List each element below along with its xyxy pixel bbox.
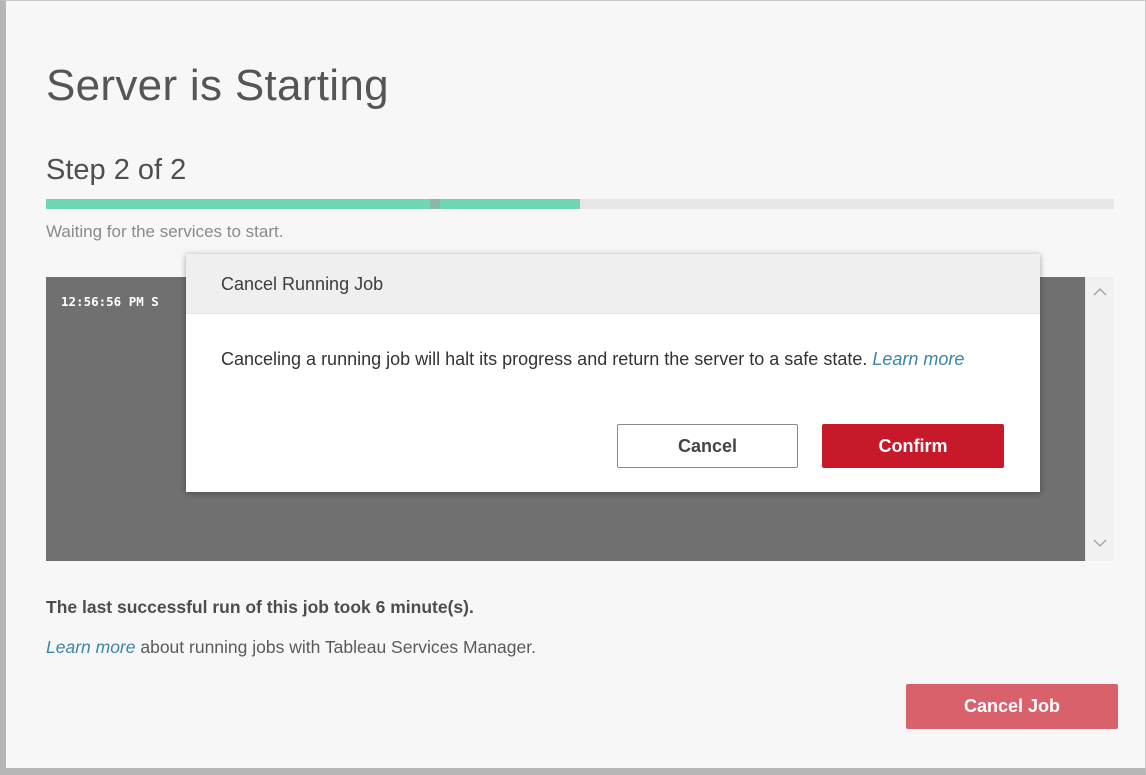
dialog-title: Cancel Running Job [221, 274, 384, 294]
learn-more-link[interactable]: Learn more [46, 637, 136, 657]
last-run-text: The last successful run of this job took… [46, 597, 474, 617]
cancel-job-dialog: Cancel Running Job Canceling a running j… [186, 254, 1040, 492]
chevron-down-icon[interactable] [1086, 533, 1114, 557]
step-status-text: Waiting for the services to start. [46, 222, 284, 241]
learn-more-suffix: about running jobs with Tableau Services… [135, 637, 536, 657]
page-title: Server is Starting [46, 61, 389, 110]
log-line: 12:56:56 PM S [61, 294, 159, 309]
progress-bar-marker [430, 199, 441, 209]
dialog-learn-more-link[interactable]: Learn more [872, 349, 964, 369]
dialog-message-text: Canceling a running job will halt its pr… [221, 349, 873, 369]
dialog-message: Canceling a running job will halt its pr… [221, 344, 1011, 374]
chevron-up-icon[interactable] [1086, 281, 1114, 305]
progress-bar-fill [46, 199, 580, 209]
dialog-header: Cancel Running Job [186, 254, 1040, 314]
learn-more-line: Learn more about running jobs with Table… [46, 637, 536, 658]
cancel-job-button[interactable]: Cancel Job [906, 684, 1118, 729]
progress-bar [46, 199, 1114, 209]
confirm-button[interactable]: Confirm [822, 424, 1004, 468]
cancel-button[interactable]: Cancel [617, 424, 798, 468]
step-title: Step 2 of 2 [46, 154, 187, 186]
log-scrollbar[interactable] [1085, 277, 1114, 561]
